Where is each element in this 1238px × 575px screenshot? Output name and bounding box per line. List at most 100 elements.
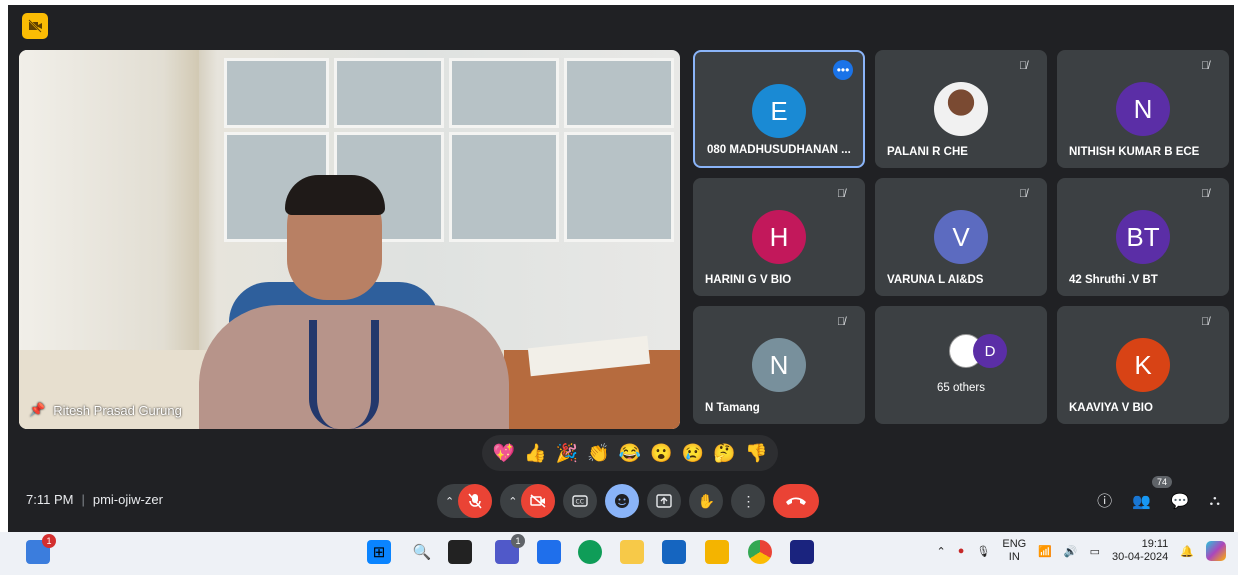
call-controls: ⌃ ⌃ CC ✋ ⋮ [437, 483, 820, 519]
speaker-name-label: 📌 Ritesh Prasad Gurung [29, 402, 182, 418]
mic-off-icon[interactable] [458, 484, 493, 518]
info-icon[interactable]: ⓘ [1097, 490, 1112, 511]
reaction-emoji[interactable]: 🎉 [556, 443, 578, 464]
chevron-up-icon[interactable]: ⌃ [937, 545, 946, 558]
avatar: BT [1116, 210, 1170, 264]
participant-tile[interactable]: D 65 others [875, 306, 1047, 424]
task-view-icon[interactable] [448, 540, 472, 564]
widgets-icon[interactable]: 1 [26, 534, 56, 564]
copilot-icon[interactable] [1206, 541, 1226, 561]
activities-icon[interactable]: ⛬ [1209, 492, 1220, 509]
reaction-emoji[interactable]: 🤔 [713, 443, 735, 464]
windows-taskbar: 1 ⊞ 🔍 1 ⌃ ● 🎙 ENG IN 📶 🔊 ▭ 19:11 30-04-2… [0, 532, 1238, 575]
present-icon[interactable] [647, 484, 682, 518]
people-icon[interactable]: 👥 [1132, 492, 1151, 510]
participant-name: PALANI R CHE [887, 146, 968, 158]
avatar: N [752, 338, 806, 392]
reaction-emoji[interactable]: 👎 [745, 443, 767, 464]
reaction-emoji[interactable]: 😢 [682, 443, 704, 464]
office-window [564, 132, 674, 242]
volume-icon[interactable]: 🔊 [1064, 545, 1078, 558]
meeting-info: 7:11 PM | pmi-ojiw-zer [26, 492, 163, 507]
muted-icon: 🎙̸ [1019, 60, 1028, 72]
participant-tile[interactable]: 🎙̸ K KAAVIYA V BIO [1057, 306, 1229, 424]
avatar-photo [934, 82, 988, 136]
avatar: V [934, 210, 988, 264]
svg-text:CC: CC [576, 499, 584, 506]
muted-icon: 🎙̸ [1201, 60, 1210, 72]
avatar: D [973, 334, 1007, 368]
participant-name: HARINI G V BIO [705, 274, 792, 286]
reaction-emoji[interactable]: 👍 [524, 443, 546, 464]
participant-tile[interactable]: 🎙̸ N NITHISH KUMAR B ECE [1057, 50, 1229, 168]
reaction-emoji[interactable]: 💖 [493, 443, 515, 464]
edge-icon[interactable] [578, 540, 602, 564]
clock-time: 19:11 [1141, 538, 1169, 550]
meeting-time: 7:11 PM [26, 492, 74, 507]
reactions-bar: 💖 👍 🎉 👏 😂 😮 😢 🤔 👎 [482, 435, 778, 471]
participant-tile[interactable]: 🎙̸ N N Tamang [693, 306, 865, 424]
notifications-bell-icon[interactable]: 🔔 [1180, 545, 1194, 558]
participant-name: 42 Shruthi .V BT [1069, 274, 1158, 286]
clock[interactable]: 19:11 30-04-2024 [1112, 538, 1168, 564]
hand-icon[interactable]: ✋ [689, 484, 724, 518]
prime-video-icon[interactable] [790, 540, 814, 564]
main-speaker-video[interactable]: 📌 Ritesh Prasad Gurung [19, 50, 680, 429]
participant-name: 080 MADHUSUDHANAN ... [707, 144, 851, 156]
battery-icon[interactable]: ▭ [1090, 545, 1100, 558]
lanyard [309, 320, 379, 429]
mic-control: ⌃ [437, 484, 493, 518]
language-bottom: IN [1008, 551, 1020, 563]
microphone-icon[interactable]: 🎙 [976, 545, 990, 558]
participant-name: NITHISH KUMAR B ECE [1069, 146, 1200, 158]
reaction-emoji[interactable]: 😮 [650, 443, 672, 464]
chat-icon[interactable]: 💬 [1171, 492, 1190, 510]
participant-tile[interactable]: 🎙̸ V VARUNA L AI&DS [875, 178, 1047, 296]
pin-icon[interactable]: 📌 [29, 402, 45, 418]
antivirus-icon[interactable]: ● [958, 545, 965, 557]
chevron-up-icon[interactable]: ⌃ [445, 495, 454, 508]
reaction-emoji[interactable]: 😂 [619, 443, 641, 464]
wifi-icon[interactable]: 📶 [1038, 545, 1052, 558]
hangup-icon[interactable] [773, 484, 820, 518]
muted-icon: 🎙̸ [1201, 316, 1210, 328]
mail-icon[interactable] [662, 540, 686, 564]
emoji-icon[interactable] [605, 484, 640, 518]
camera-off-icon[interactable] [521, 484, 556, 518]
participant-tile[interactable]: ••• E 080 MADHUSUDHANAN ... [693, 50, 865, 168]
muted-icon: 🎙̸ [837, 188, 846, 200]
participant-tile[interactable]: 🎙̸ BT 42 Shruthi .V BT [1057, 178, 1229, 296]
chevron-up-icon[interactable]: ⌃ [508, 495, 517, 508]
avatar: H [752, 210, 806, 264]
chrome-icon[interactable] [748, 540, 772, 564]
camera-disabled-icon[interactable] [22, 13, 48, 39]
search-icon[interactable]: 🔍 [410, 540, 434, 564]
participant-name: KAAVIYA V BIO [1069, 402, 1153, 414]
avatar: K [1116, 338, 1170, 392]
meet-window: 📌 Ritesh Prasad Gurung ••• E 080 MADHUSUDH… [8, 5, 1234, 532]
meeting-code[interactable]: pmi-ojiw-zer [93, 492, 163, 507]
participant-tile[interactable]: 🎙̸ PALANI R CHE [875, 50, 1047, 168]
more-icon[interactable]: ⋮ [731, 484, 766, 518]
folder-icon[interactable] [620, 540, 644, 564]
speaker-name: Ritesh Prasad Gurung [53, 402, 182, 418]
chat-badge: 1 [511, 534, 525, 548]
language-indicator[interactable]: ENG IN [1002, 538, 1026, 564]
muted-icon: 🎙̸ [837, 316, 846, 328]
participant-count-badge: 74 [1151, 476, 1172, 488]
muted-icon: 🎙̸ [1019, 188, 1028, 200]
participant-tile[interactable]: 🎙̸ H HARINI G V BIO [693, 178, 865, 296]
windows-start-icon[interactable]: ⊞ [367, 540, 391, 564]
notification-badge: 1 [42, 534, 56, 548]
more-options-icon[interactable]: ••• [833, 60, 853, 80]
participant-name: N Tamang [705, 402, 760, 414]
captions-icon[interactable]: CC [563, 484, 598, 518]
teams-chat-icon[interactable]: 1 [495, 534, 525, 564]
reaction-emoji[interactable]: 👏 [587, 443, 609, 464]
office-window [334, 58, 444, 128]
sticky-notes-icon[interactable] [705, 540, 729, 564]
office-window [449, 132, 559, 242]
camera-control: ⌃ [500, 484, 556, 518]
store-icon[interactable] [537, 540, 561, 564]
side-controls: ⓘ 👥 💬 ⛬ [1097, 490, 1220, 511]
